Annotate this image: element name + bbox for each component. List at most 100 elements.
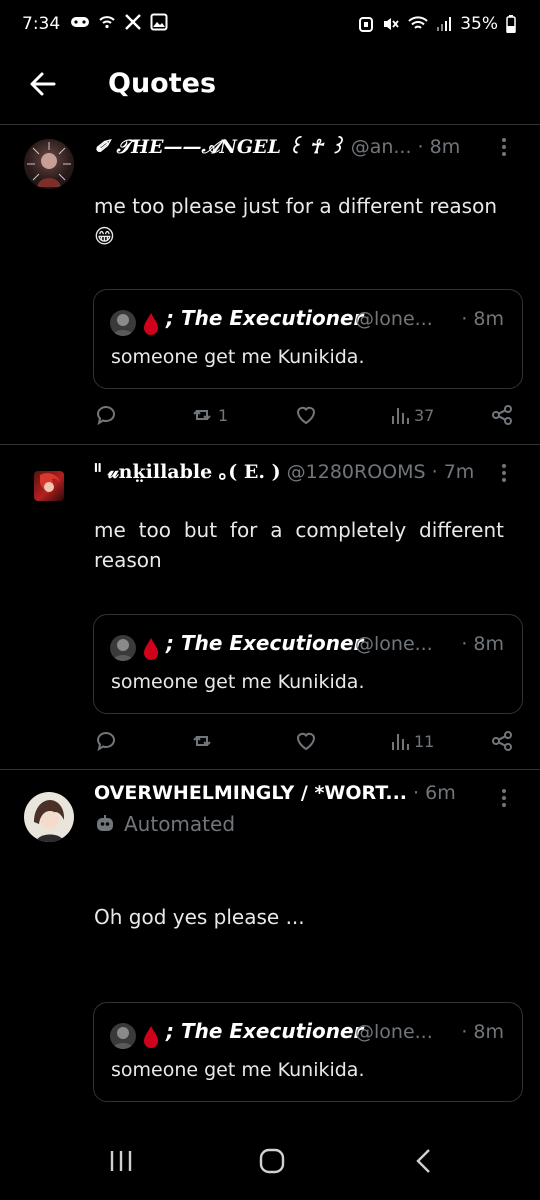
action-bar: 1 37 — [94, 401, 514, 431]
share-icon — [492, 731, 512, 751]
author-name[interactable]: ✐ 𝒯HE——𝒜NGEL ꒰ ☥ ꒱ — [94, 136, 345, 158]
avatar-image-icon — [40, 473, 60, 493]
wifi-icon — [408, 16, 428, 29]
mute-icon — [384, 18, 399, 30]
top-app-bar: Quotes — [0, 52, 540, 122]
page-title: Quotes — [108, 68, 217, 99]
share-icon — [492, 405, 512, 425]
avatar[interactable] — [24, 792, 74, 842]
quoted-post[interactable]: ; The Executioner @lone... · 8m someone … — [93, 1002, 523, 1102]
quote-post[interactable]: ᐦ 𝓊nk̤illable ｡( E. ) @1280ROOMS · 7m me… — [0, 445, 540, 768]
quoted-avatar — [110, 1023, 136, 1049]
quoted-post-time: · 8m — [461, 1021, 504, 1043]
post-header: OVERWHELMINGLY / *WORT... · 6m — [94, 782, 456, 804]
chevron-left-icon — [416, 1149, 430, 1173]
share-button[interactable] — [490, 727, 514, 755]
avatar[interactable] — [24, 139, 74, 189]
post-text: me too please just for a different reaso… — [94, 194, 498, 248]
back-nav-button[interactable] — [412, 1148, 436, 1178]
home-icon — [259, 1148, 285, 1174]
arrow-left-icon — [30, 72, 56, 96]
quoted-post[interactable]: ; The Executioner @lone... · 8m someone … — [93, 614, 523, 714]
reply-icon — [96, 732, 115, 752]
post-time: · 6m — [413, 782, 456, 804]
quoted-author-name: ; The Executioner — [166, 306, 364, 330]
quoted-post-time: · 8m — [461, 308, 504, 330]
quoted-post[interactable]: ; The Executioner @lone... · 8m someone … — [93, 289, 523, 389]
post-header: ᐦ 𝓊nk̤illable ｡( E. ) @1280ROOMS · 7m — [94, 457, 474, 484]
post-text: me too but for a completely different re… — [94, 518, 504, 572]
more-options-button[interactable] — [492, 135, 516, 159]
status-notification-icons — [70, 13, 168, 31]
wifi-call-icon — [99, 16, 115, 29]
reply-button[interactable] — [94, 727, 118, 755]
post-time: · 7m — [431, 461, 475, 483]
author-handle[interactable]: @1280ROOMS — [287, 461, 426, 483]
author-name[interactable]: OVERWHELMINGLY / *WORT... — [94, 782, 407, 804]
avatar-halo-icon — [27, 142, 71, 187]
quoted-post-text: someone get me Kunikida. — [111, 1059, 365, 1081]
post-header: ✐ 𝒯HE——𝒜NGEL ꒰ ☥ ꒱ @an... · 8m — [94, 133, 460, 158]
like-button[interactable] — [294, 727, 318, 755]
quoted-avatar-image-icon — [113, 314, 133, 336]
automated-label: Automated — [94, 812, 235, 836]
quoted-avatar — [110, 635, 136, 661]
heart-icon — [296, 732, 316, 751]
post-time: · 8m — [417, 136, 461, 158]
signal-icon — [437, 17, 452, 31]
repost-button[interactable] — [190, 727, 214, 755]
battery-percent: 35% — [460, 14, 498, 34]
repost-icon — [193, 735, 211, 747]
status-system-icons: 35% — [358, 14, 516, 34]
reply-button[interactable] — [94, 401, 118, 429]
views-icon — [392, 408, 409, 424]
quoted-post-time: · 8m — [461, 633, 504, 655]
views-icon — [392, 734, 409, 750]
reply-icon — [96, 406, 115, 426]
quote-post[interactable]: OVERWHELMINGLY / *WORT... · 6m Automated… — [0, 770, 540, 1128]
quoted-author-name: ; The Executioner — [166, 631, 364, 655]
repost-icon — [193, 409, 211, 421]
views-count: 37 — [414, 405, 435, 425]
quoted-post-text: someone get me Kunikida. — [111, 671, 365, 693]
more-options-button[interactable] — [492, 461, 516, 485]
bot-icon — [97, 815, 113, 831]
blood-drop-icon — [144, 1026, 158, 1048]
more-options-button[interactable] — [492, 786, 516, 810]
more-vertical-icon — [502, 789, 506, 807]
quoted-author-handle: @lone... — [355, 1021, 433, 1043]
more-vertical-icon — [502, 138, 506, 156]
avatar-image-icon — [34, 800, 65, 842]
alarm-icon — [359, 17, 374, 32]
recent-apps-icon — [110, 1151, 132, 1171]
blood-drop-icon — [144, 638, 158, 660]
battery-icon — [506, 15, 516, 33]
status-time: 7:34 — [22, 14, 61, 34]
quoted-avatar — [110, 310, 136, 336]
author-handle[interactable]: @an... — [351, 136, 412, 158]
heart-icon — [296, 406, 316, 425]
quoted-post-text: someone get me Kunikida. — [111, 346, 365, 368]
recent-apps-button[interactable] — [108, 1148, 134, 1178]
author-name[interactable]: ᐦ 𝓊nk̤illable ｡( E. ) — [94, 461, 281, 483]
gamepad-icon — [71, 17, 89, 27]
back-button[interactable] — [26, 66, 62, 102]
avatar[interactable] — [34, 471, 64, 501]
views-button[interactable]: 37 — [390, 401, 434, 429]
share-button[interactable] — [490, 401, 514, 429]
status-bar: 7:34 35% — [0, 0, 540, 52]
quote-post[interactable]: ✐ 𝒯HE——𝒜NGEL ꒰ ☥ ꒱ @an... · 8m me too pl… — [0, 125, 540, 443]
action-bar: 11 — [94, 727, 514, 757]
repost-button[interactable]: 1 — [190, 401, 228, 429]
views-button[interactable]: 11 — [390, 727, 434, 755]
quoted-avatar-image-icon — [113, 639, 133, 661]
views-count: 11 — [414, 731, 435, 751]
like-button[interactable] — [294, 401, 318, 429]
home-button[interactable] — [258, 1148, 286, 1178]
quoted-avatar-image-icon — [113, 1027, 133, 1049]
x-logo-icon — [125, 14, 141, 30]
quoted-author-name: ; The Executioner — [166, 1019, 364, 1043]
blood-drop-icon — [144, 313, 158, 335]
quoted-author-handle: @lone... — [355, 308, 433, 330]
more-vertical-icon — [502, 464, 506, 482]
